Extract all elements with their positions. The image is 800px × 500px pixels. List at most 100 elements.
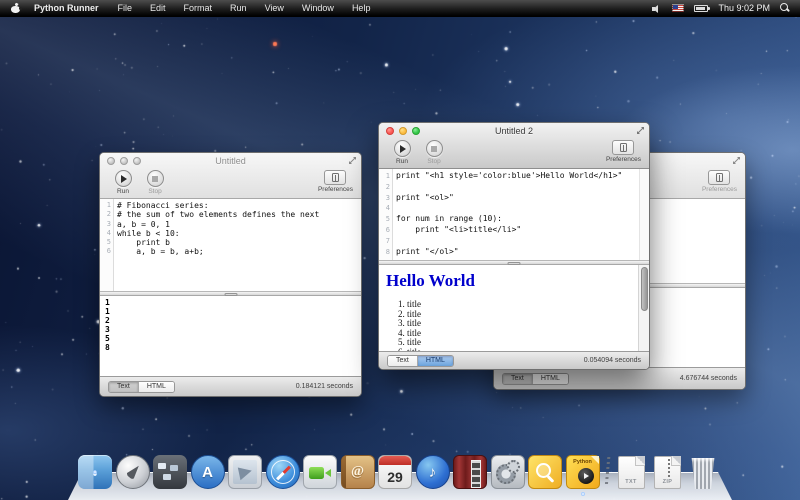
play-icon	[578, 468, 594, 484]
switch-icon	[332, 173, 339, 182]
dock-icon-app-store[interactable]: A	[191, 455, 225, 489]
dock-icon-itunes[interactable]: ♪	[416, 455, 450, 489]
window-untitled[interactable]: Untitled Run Stop Preferences	[99, 152, 362, 397]
line-number-gutter: 123456	[100, 199, 114, 291]
minimize-button[interactable]	[399, 127, 407, 135]
close-button[interactable]	[107, 157, 115, 165]
menu-bar-clock[interactable]: Thu 9:02 PM	[718, 3, 770, 13]
dock-icon-txt-document[interactable]: TXT	[618, 456, 645, 489]
tab-html[interactable]: HTML	[138, 382, 174, 392]
stop-button[interactable]: Stop	[140, 170, 170, 195]
menu-bar-status: Thu 9:02 PM	[652, 0, 800, 16]
tab-html[interactable]: HTML	[532, 374, 568, 384]
toolbar: Run Stop Preferences	[379, 138, 649, 168]
traffic-lights	[386, 127, 420, 135]
dock-icon-address-book[interactable]: @	[341, 455, 375, 489]
run-button[interactable]: Run	[108, 170, 138, 195]
address-book-glyph: @	[351, 464, 364, 480]
preferences-button[interactable]: Preferences	[318, 170, 353, 193]
menu-items: FileEditFormatRunViewWindowHelp	[109, 3, 380, 13]
dock-icon-trash[interactable]	[690, 458, 717, 489]
menu-bar-left: Python Runner FileEditFormatRunViewWindo…	[0, 0, 379, 16]
zoom-button[interactable]	[133, 157, 141, 165]
titlebar[interactable]: Untitled	[100, 153, 361, 168]
rendered-list-item: title	[407, 329, 649, 339]
spotlight-icon[interactable]	[780, 3, 790, 13]
python-runner-label: Python	[567, 459, 599, 465]
elapsed-time: 0.054094 seconds	[584, 357, 641, 364]
dock-icon-python-runner[interactable]: Python	[566, 455, 600, 489]
titlebar[interactable]: Untitled 2	[379, 123, 649, 138]
fullscreen-icon[interactable]	[636, 126, 645, 135]
dock-icon-find-utility[interactable]	[528, 455, 562, 489]
code-editor[interactable]: 123456 # Fibonacci series:# the sum of t…	[100, 199, 361, 291]
txt-label: TXT	[619, 479, 644, 485]
tab-html[interactable]: HTML	[417, 356, 453, 366]
desktop-wallpaper: Run Stop Preferences Text HTML 4.676744 …	[0, 0, 800, 500]
app-menu-title[interactable]: Python Runner	[24, 3, 109, 13]
tab-text[interactable]: Text	[109, 382, 138, 392]
input-language-flag-icon[interactable]	[672, 4, 684, 12]
rendered-list: titletitletitletitletitletitle	[379, 300, 649, 351]
code-scrollbar[interactable]	[639, 169, 649, 260]
output-mode-switch: Text HTML	[502, 373, 569, 385]
dock: A @ 29 ♪ Python TXT ZIP	[68, 448, 732, 500]
menu-item[interactable]: File	[109, 3, 142, 13]
dock-icon-calendar[interactable]: 29	[378, 455, 412, 489]
stop-label: Stop	[148, 188, 161, 195]
run-button[interactable]: Run	[387, 140, 417, 165]
output-pane[interactable]: 112358	[100, 296, 361, 376]
output-scrollbar[interactable]	[638, 265, 649, 351]
stop-icon	[147, 170, 164, 187]
dock-icon-photo-booth[interactable]	[453, 455, 487, 489]
rendered-heading: Hello World	[386, 271, 649, 291]
code-editor[interactable]: 12345678 print "<h1 style='color:blue'>H…	[379, 169, 649, 260]
menu-item[interactable]: Format	[175, 3, 222, 13]
run-label: Run	[117, 188, 129, 195]
volume-icon[interactable]	[652, 4, 662, 13]
code-text[interactable]: print "<h1 style='color:blue'>Hello Worl…	[393, 169, 649, 260]
dock-icon-mail[interactable]	[228, 455, 262, 489]
dock-icon-system-preferences[interactable]	[491, 455, 525, 489]
output-mode-switch: Text HTML	[387, 355, 454, 367]
menu-item[interactable]: Edit	[141, 3, 175, 13]
dock-icon-mission-control[interactable]	[153, 455, 187, 489]
stop-icon	[426, 140, 443, 157]
preferences-label: Preferences	[318, 186, 353, 193]
run-label: Run	[396, 158, 408, 165]
battery-icon[interactable]	[694, 5, 708, 12]
stop-button[interactable]: Stop	[419, 140, 449, 165]
menu-item[interactable]: Window	[293, 3, 343, 13]
zoom-button[interactable]	[412, 127, 420, 135]
window-header: Untitled 2 Run Stop Preferences	[379, 123, 649, 169]
preferences-button[interactable]: Preferences	[606, 140, 641, 163]
menu-item[interactable]: View	[256, 3, 293, 13]
dock-icon-facetime[interactable]	[303, 455, 337, 489]
dock-separator	[602, 457, 613, 487]
output-mode-switch: Text HTML	[108, 381, 175, 393]
fullscreen-icon[interactable]	[348, 156, 357, 165]
calendar-date: 29	[387, 466, 403, 488]
tab-text[interactable]: Text	[388, 356, 417, 366]
menu-item[interactable]: Help	[343, 3, 380, 13]
status-bar: Text HTML 0.054094 seconds	[379, 351, 649, 369]
dock-icon-launchpad[interactable]	[116, 455, 150, 489]
dock-icons: A @ 29 ♪ Python TXT ZIP	[78, 455, 717, 489]
minimize-button[interactable]	[120, 157, 128, 165]
dock-icon-zip-document[interactable]: ZIP	[654, 456, 681, 489]
fullscreen-icon[interactable]	[732, 156, 741, 165]
elapsed-time: 0.184121 seconds	[296, 383, 353, 390]
close-button[interactable]	[386, 127, 394, 135]
stop-label: Stop	[427, 158, 440, 165]
tab-text[interactable]: Text	[503, 374, 532, 384]
apple-menu[interactable]	[6, 0, 24, 16]
menu-item[interactable]: Run	[221, 3, 256, 13]
html-output-pane[interactable]: Hello World titletitletitletitletitletit…	[379, 265, 649, 351]
window-untitled-2[interactable]: Untitled 2 Run Stop Preferences	[378, 122, 650, 370]
scrollbar-thumb[interactable]	[641, 267, 648, 311]
rendered-list-item: title	[407, 348, 649, 351]
preferences-button[interactable]: Preferences	[702, 170, 737, 193]
code-text[interactable]: # Fibonacci series:# the sum of two elem…	[114, 199, 361, 291]
dock-icon-finder[interactable]	[78, 455, 112, 489]
dock-icon-safari[interactable]	[266, 455, 300, 489]
